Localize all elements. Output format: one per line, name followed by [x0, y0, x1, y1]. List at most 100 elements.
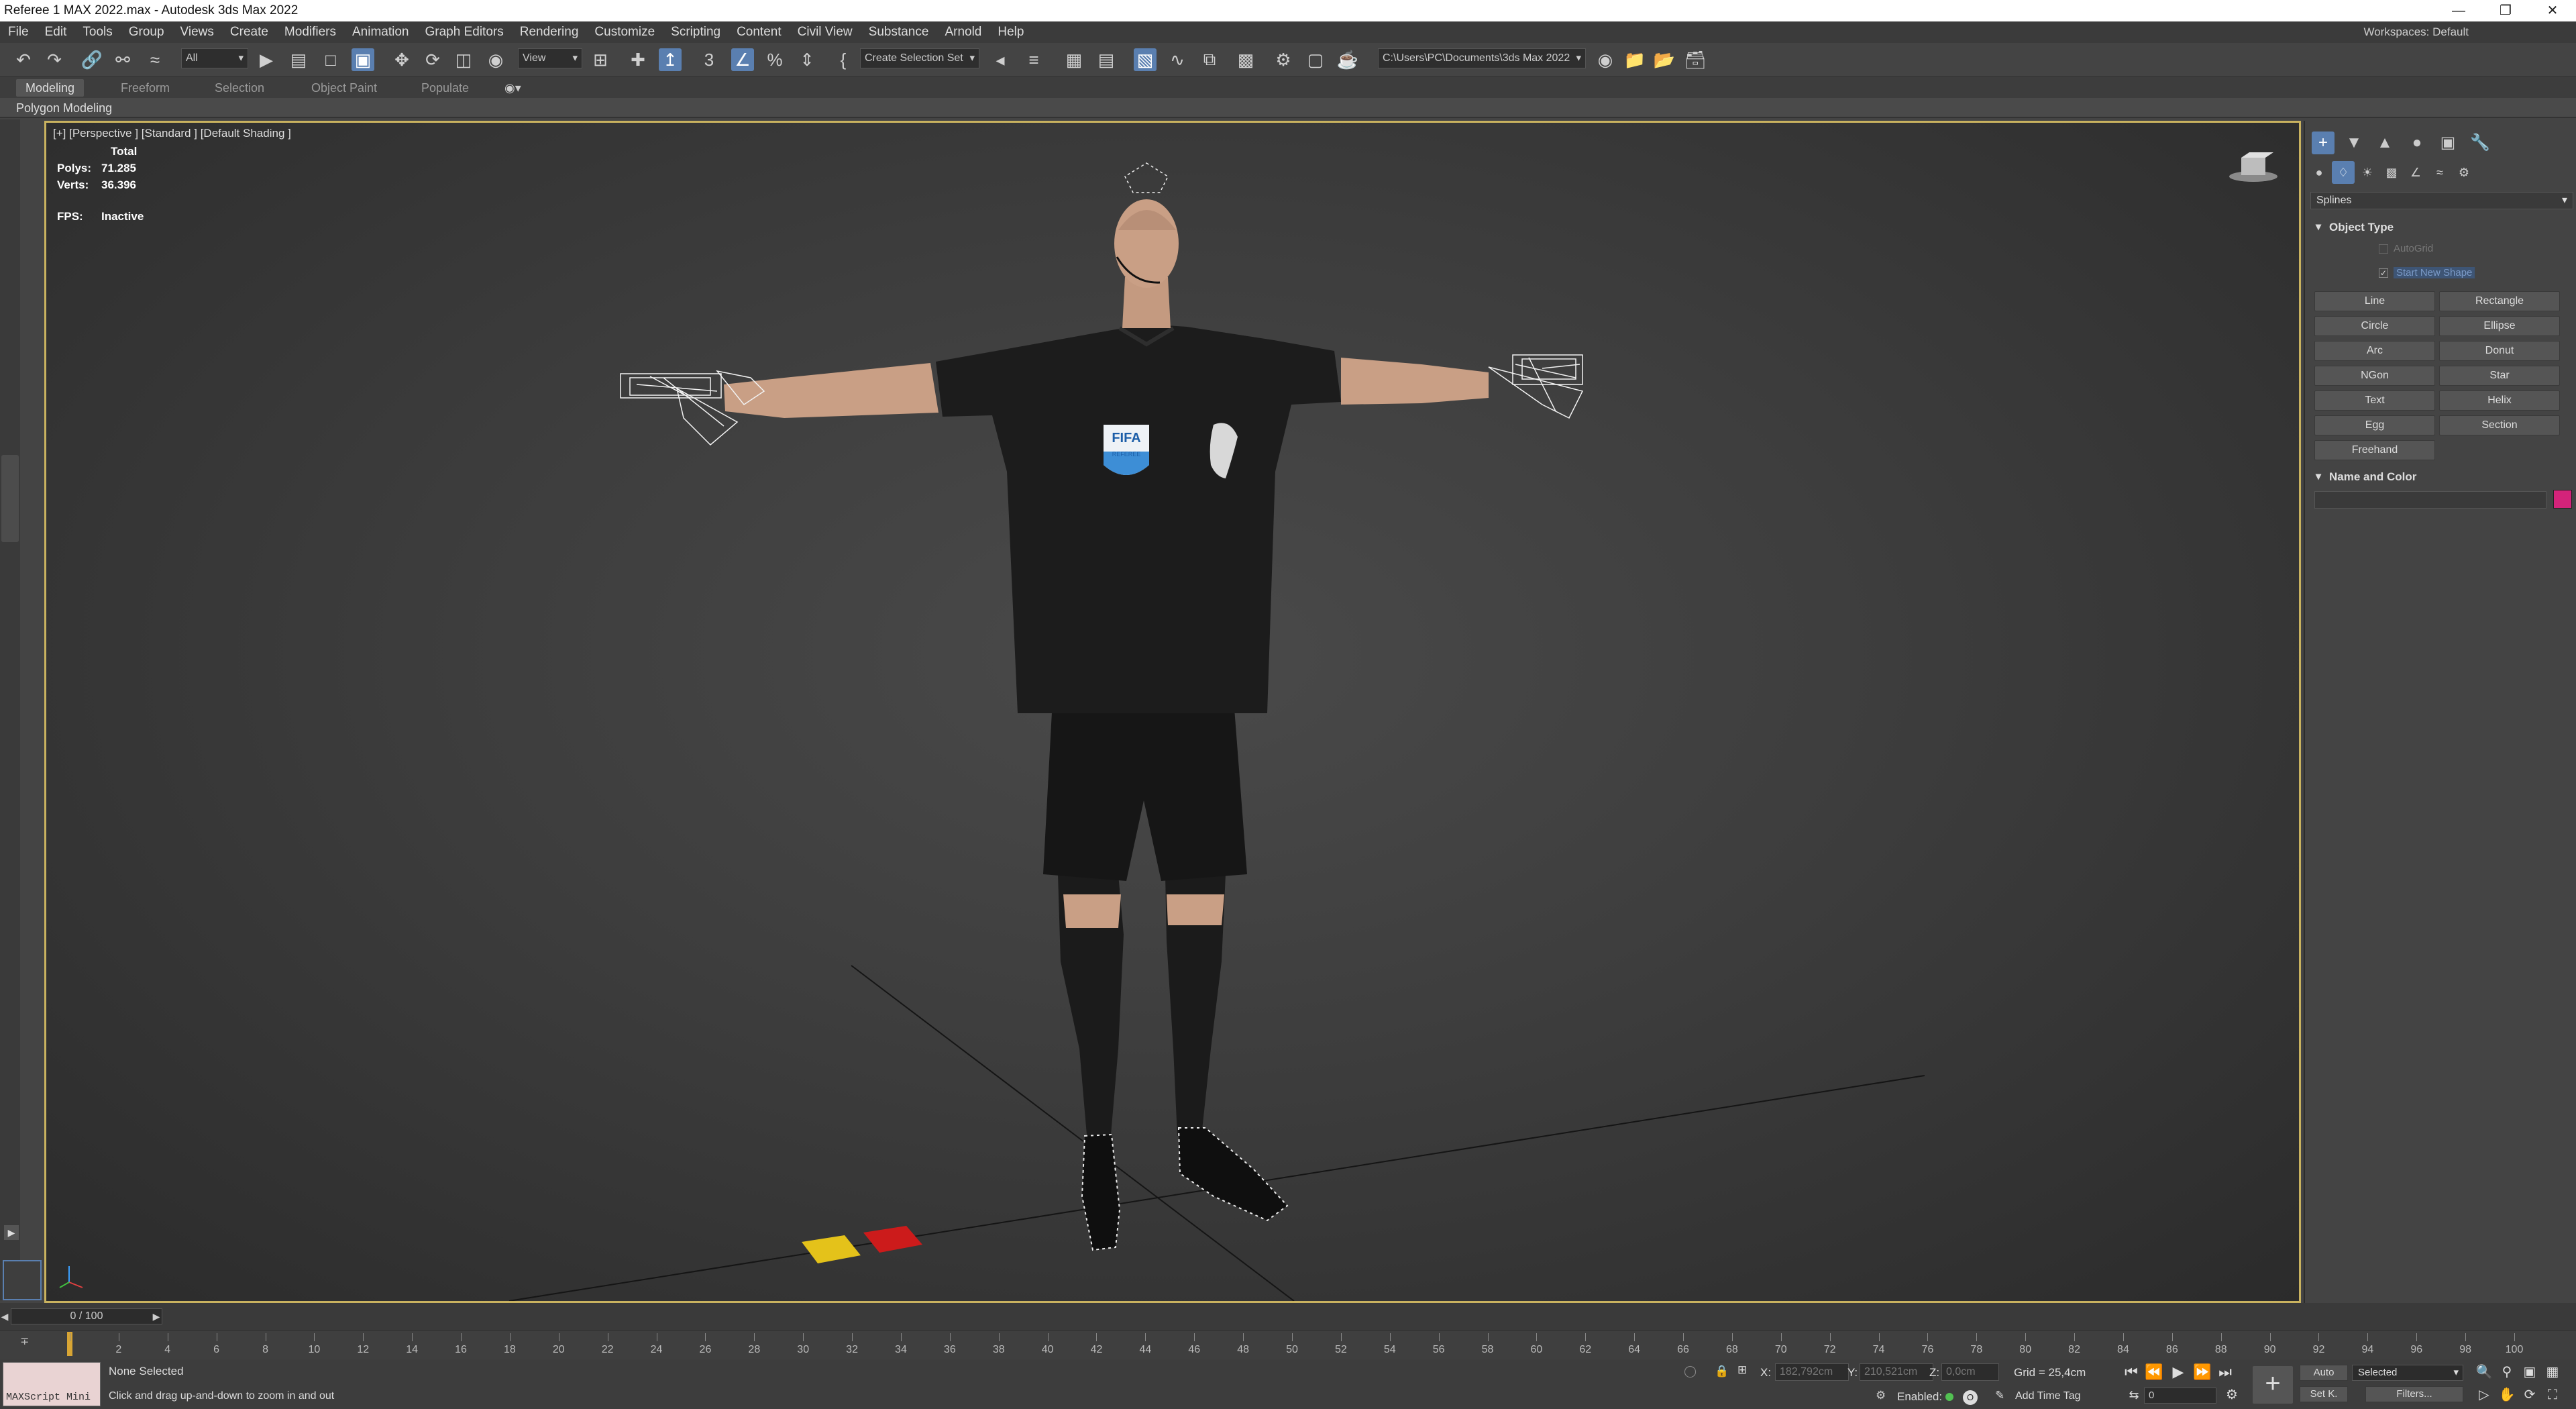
snaps-toggle-icon[interactable]: 3 [698, 48, 720, 71]
expand-viewport-layout-icon[interactable]: ▶ [4, 1225, 19, 1240]
toggle-ribbon-icon[interactable]: ▧ [1134, 48, 1157, 71]
z-coord-field[interactable]: 0,0cm [1941, 1363, 1999, 1381]
rectangle-button[interactable]: Rectangle [2439, 291, 2560, 311]
menu-rendering[interactable]: Rendering [512, 21, 587, 43]
align-icon[interactable]: ≡ [1022, 48, 1045, 71]
close-icon[interactable]: ✕ [2529, 0, 2576, 21]
folder-up-icon[interactable]: 📂 [1653, 48, 1676, 71]
key-filter-dropdown[interactable]: Selected ▾ [2352, 1365, 2463, 1381]
start-new-shape-checkbox[interactable]: ✓ Start New Shape [2379, 267, 2475, 278]
section-button[interactable]: Section [2439, 415, 2560, 435]
tab-populate[interactable]: Populate [412, 79, 478, 97]
project-folder-dropdown[interactable]: C:\Users\PC\Documents\3ds Max 2022 [1378, 48, 1586, 68]
viewport-layout-tab[interactable] [1, 455, 19, 542]
zoom-icon[interactable]: 🔍 [2474, 1362, 2494, 1382]
time-tag-icon[interactable]: ✎ [1995, 1389, 2004, 1402]
minimize-icon[interactable]: — [2435, 0, 2482, 21]
maxscript-mini-listener[interactable]: MAXScript Mini [3, 1362, 101, 1406]
rectangular-selection-icon[interactable]: □ [319, 48, 342, 71]
auto-key-button[interactable]: Auto [2300, 1365, 2348, 1381]
menu-file[interactable]: File [0, 21, 37, 43]
add-time-tag[interactable]: Add Time Tag [2015, 1390, 2081, 1402]
menu-graph-editors[interactable]: Graph Editors [417, 21, 512, 43]
edit-named-selection-icon[interactable]: { [832, 48, 855, 71]
select-manipulate-icon[interactable]: ✚ [627, 48, 649, 71]
helix-button[interactable]: Helix [2439, 390, 2560, 411]
menu-edit[interactable]: Edit [37, 21, 75, 43]
selection-filter-dropdown[interactable]: All [181, 48, 248, 68]
current-frame-field[interactable]: 0 [2144, 1388, 2216, 1404]
tab-selection[interactable]: Selection [205, 79, 274, 97]
arc-button[interactable]: Arc [2314, 341, 2435, 361]
geometry-category-icon[interactable]: ● [2308, 161, 2330, 184]
line-button[interactable]: Line [2314, 291, 2435, 311]
reference-coordinate-dropdown[interactable]: View [518, 48, 582, 68]
scene-explorer-icon[interactable]: ▦ [1063, 48, 1085, 71]
bind-space-warp-icon[interactable]: ≈ [144, 48, 166, 71]
menu-create[interactable]: Create [222, 21, 276, 43]
rendered-frame-window-icon[interactable]: ▢ [1304, 48, 1327, 71]
select-object-icon[interactable]: ▶ [255, 48, 278, 71]
percent-snap-icon[interactable]: % [763, 48, 786, 71]
menu-scripting[interactable]: Scripting [663, 21, 729, 43]
go-to-start-icon[interactable]: ⏮ [2121, 1362, 2141, 1382]
create-tab-icon[interactable]: + [2312, 132, 2334, 154]
folder-set-icon[interactable]: 🗃 [1684, 48, 1707, 71]
tab-object-paint[interactable]: Object Paint [302, 79, 386, 97]
angle-snap-icon[interactable]: ∠ [731, 48, 754, 71]
spinner-snap-icon[interactable]: ⇕ [796, 48, 818, 71]
link-icon[interactable]: 🔗 [80, 48, 103, 71]
maximize-viewport-icon[interactable]: ⛶ [2542, 1385, 2563, 1405]
menu-customize[interactable]: Customize [586, 21, 663, 43]
material-editor-icon[interactable]: ▩ [1234, 48, 1257, 71]
folder-icon[interactable]: 📁 [1623, 48, 1646, 71]
helpers-category-icon[interactable]: ∠ [2404, 161, 2427, 184]
zoom-extents-icon[interactable]: ▣ [2520, 1362, 2540, 1382]
pivot-center-icon[interactable]: ⊞ [589, 48, 612, 71]
undo-icon[interactable]: ↶ [12, 48, 35, 71]
ellipse-button[interactable]: Ellipse [2439, 316, 2560, 336]
render-setup-icon[interactable]: ⚙ [1272, 48, 1295, 71]
time-configuration-icon[interactable]: ⚙ [2222, 1385, 2242, 1405]
systems-category-icon[interactable]: ⚙ [2453, 161, 2475, 184]
project-icon[interactable]: ◉ [1594, 48, 1617, 71]
zoom-extents-all-icon[interactable]: ▦ [2542, 1362, 2563, 1382]
move-icon[interactable]: ✥ [390, 48, 413, 71]
tab-freeform[interactable]: Freeform [111, 79, 179, 97]
named-selection-set-dropdown[interactable]: Create Selection Set [860, 48, 979, 68]
time-slider-prev-icon[interactable]: ◀ [0, 1308, 9, 1324]
scale-icon[interactable]: ◫ [452, 48, 475, 71]
absolute-mode-icon[interactable]: ⊞ [1737, 1363, 1747, 1377]
shapes-category-icon[interactable]: ♢ [2332, 161, 2355, 184]
egg-button[interactable]: Egg [2314, 415, 2435, 435]
timeline-ruler[interactable]: ∓ 2 4 6 8 10 12 14 16 18 20 22 24 26 28 30 32 34 36 38 40 42… [0, 1330, 2576, 1359]
play-icon[interactable]: ▶ [2168, 1362, 2188, 1382]
menu-views[interactable]: Views [172, 21, 222, 43]
rotate-icon[interactable]: ⟳ [421, 48, 444, 71]
perspective-viewport[interactable]: [+] [Perspective ] [Standard ] [Default … [44, 121, 2301, 1303]
script-icon[interactable]: ⚙ [1876, 1389, 1886, 1402]
menu-group[interactable]: Group [121, 21, 172, 43]
mirror-icon[interactable]: ◂ [989, 48, 1012, 71]
set-key-button[interactable]: Set K. [2300, 1386, 2348, 1402]
viewport-layout-thumbnail[interactable] [3, 1260, 42, 1300]
restore-icon[interactable]: ❐ [2482, 0, 2529, 21]
object-color-swatch[interactable] [2553, 490, 2572, 509]
y-coord-field[interactable]: 210,521cm [1860, 1363, 1933, 1381]
place-icon[interactable]: ◉ [484, 48, 507, 71]
time-slider[interactable]: 0 / 100 [11, 1308, 162, 1324]
time-slider-next-icon[interactable]: ▶ [152, 1308, 161, 1324]
spacewarps-category-icon[interactable]: ≈ [2428, 161, 2451, 184]
ribbon-options-icon[interactable]: ◉▾ [495, 79, 531, 97]
ribbon-panel-polygon-modeling[interactable]: Polygon Modeling [0, 98, 2576, 118]
menu-substance[interactable]: Substance [861, 21, 937, 43]
star-button[interactable]: Star [2439, 366, 2560, 386]
autogrid-checkbox[interactable]: AutoGrid [2379, 243, 2433, 254]
menu-content[interactable]: Content [729, 21, 790, 43]
object-type-rollout-header[interactable]: Object Type [2310, 219, 2573, 236]
modify-tab-icon[interactable]: ▼ [2343, 132, 2365, 154]
zoom-all-icon[interactable]: ⚲ [2497, 1362, 2517, 1382]
keyboard-shortcut-override-icon[interactable]: ↥ [659, 48, 682, 71]
object-category-dropdown[interactable]: Splines ▾ [2310, 192, 2573, 209]
hierarchy-tab-icon[interactable]: ▲ [2373, 132, 2396, 154]
